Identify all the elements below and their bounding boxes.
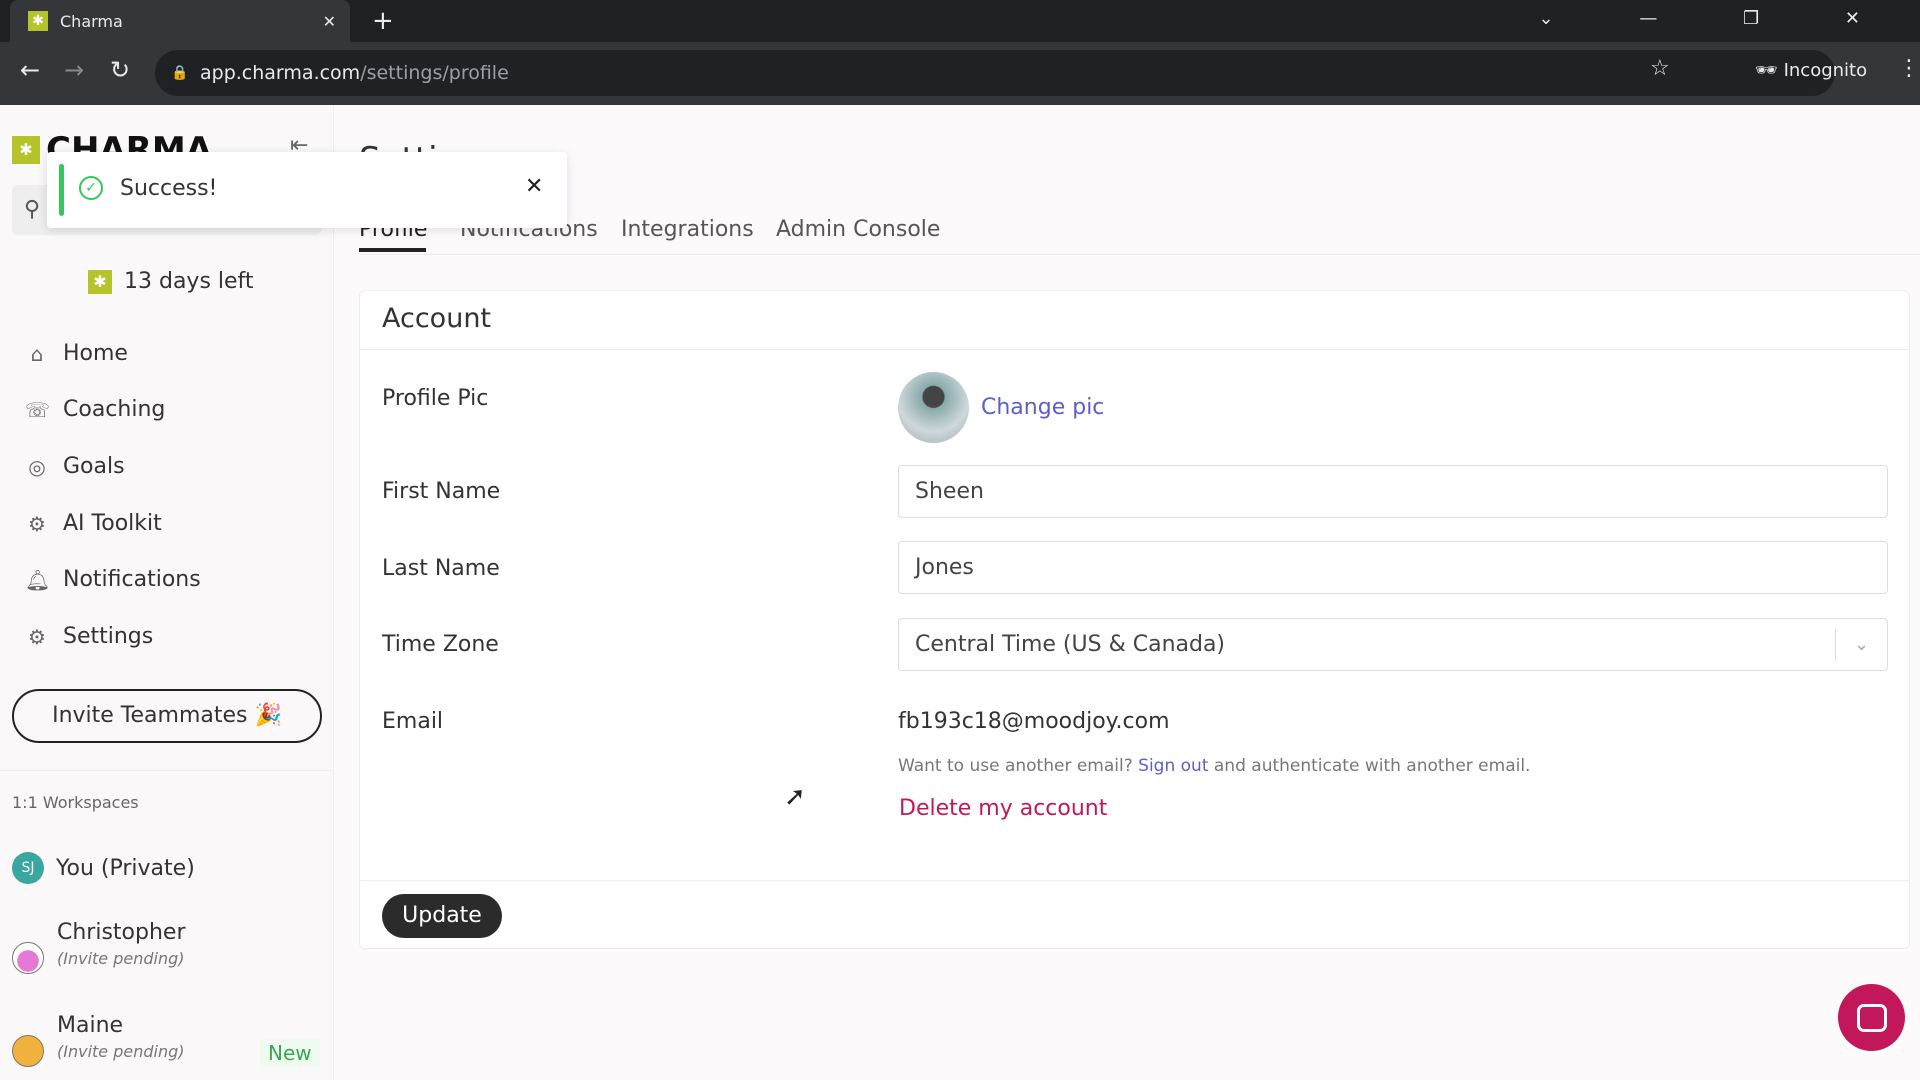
nav-label: Settings (63, 624, 154, 649)
divider (360, 349, 1909, 350)
close-tab-icon[interactable]: ✕ (323, 12, 336, 31)
update-button[interactable]: Update (382, 894, 502, 938)
avatar (12, 1035, 44, 1067)
nav-home[interactable]: ⌂ Home (25, 341, 128, 366)
forward-icon[interactable]: → (64, 56, 84, 84)
menu-icon[interactable]: ⋮ (1898, 56, 1920, 81)
workspace-name: You (Private) (56, 855, 195, 881)
tab-integrations[interactable]: Integrations (621, 217, 754, 242)
card-title: Account (382, 303, 492, 334)
target-icon: ◎ (28, 454, 46, 479)
active-tab-indicator (359, 248, 426, 252)
timezone-label: Time Zone (382, 632, 499, 657)
nav-goals[interactable]: ◎ Goals (25, 454, 125, 479)
update-label: Update (402, 903, 482, 928)
profile-pic-label: Profile Pic (382, 386, 489, 411)
search-icon: ⚲ (24, 197, 41, 222)
avatar (12, 942, 44, 974)
timezone-value: Central Time (US & Canada) (915, 632, 1226, 657)
sidebar: ✱ CHARMA ⇤ ⚲ ✱ 13 days left ⌂ Home ☏ Coach… (0, 105, 334, 1080)
delete-account-link[interactable]: Delete my account (899, 796, 1107, 821)
lock-icon: 🔒 (171, 65, 189, 81)
incognito-badge[interactable]: 🕶 Incognito (1755, 60, 1867, 81)
last-name-label: Last Name (382, 556, 500, 581)
new-badge: New (260, 1039, 320, 1067)
url-path: /settings/profile (360, 62, 509, 84)
help-text: and authenticate with another email. (1213, 756, 1531, 776)
home-icon: ⌂ (30, 341, 44, 366)
avatar: SJ (12, 852, 44, 884)
workspace-you[interactable]: SJ You (Private) (12, 852, 195, 884)
nav-notifications[interactable]: 🔔︎ Notifications (25, 567, 201, 592)
last-name-value: Jones (915, 555, 974, 580)
success-toast: ✓ Success! ✕ (47, 152, 567, 228)
nav-label: AI Toolkit (63, 511, 162, 536)
mouse-cursor-icon: ➚ (784, 782, 806, 812)
first-name-value: Sheen (915, 479, 984, 504)
sign-out-link[interactable]: Sign out (1138, 756, 1208, 776)
chevron-down-icon: ⌄ (1835, 629, 1887, 661)
coaching-icon: ☏ (25, 397, 51, 422)
email-value: fb193c18@moodjoy.com (898, 709, 1170, 734)
profile-avatar[interactable] (898, 372, 969, 443)
workspace-status: (Invite pending) (57, 949, 185, 968)
nav-label: Home (63, 341, 128, 366)
workspace-name: Maine (57, 1013, 124, 1038)
favicon-icon: ✱ (28, 11, 48, 31)
timezone-select[interactable]: Central Time (US & Canada) ⌄ (898, 618, 1888, 671)
url-host: app.charma.com (200, 62, 361, 84)
help-text: Want to use another email? (898, 756, 1133, 776)
toast-accent-bar (59, 164, 64, 216)
email-label: Email (382, 709, 444, 734)
tabs-divider (359, 254, 1920, 255)
chat-icon (1856, 1003, 1887, 1032)
nav-coaching[interactable]: ☏ Coaching (25, 397, 165, 422)
address-bar-row: ← → ↻ 🔒 app.charma.com/settings/profile … (0, 42, 1920, 105)
account-card: Account Profile Pic Change pic First Nam… (359, 290, 1910, 949)
new-tab-icon[interactable]: + (372, 6, 394, 36)
workspace-status: (Invite pending) (57, 1042, 185, 1061)
bell-icon: 🔔︎ (25, 567, 51, 592)
gear-icon: ⚙ (28, 624, 46, 649)
browser-tab-bar: ✱ Charma ✕ + ⌄ — ❐ ✕ (0, 0, 1920, 42)
browser-tab[interactable]: ✱ Charma ✕ (10, 0, 350, 42)
first-name-label: First Name (382, 479, 501, 504)
divider (360, 880, 1909, 881)
workspaces-heading: 1:1 Workspaces (12, 793, 139, 812)
robot-icon: ⚙ (28, 511, 46, 536)
trial-indicator: ✱ 13 days left (88, 269, 254, 294)
nav-settings[interactable]: ⚙ Settings (25, 624, 153, 649)
reload-icon[interactable]: ↻ (110, 56, 130, 84)
back-icon[interactable]: ← (20, 56, 40, 84)
incognito-label: Incognito (1783, 60, 1868, 81)
toast-message: Success! (120, 176, 218, 201)
tab-admin-console[interactable]: Admin Console (776, 217, 940, 242)
bookmark-star-icon[interactable]: ☆ (1650, 56, 1670, 81)
trial-text: 13 days left (124, 269, 254, 294)
email-help: Want to use another email? Sign out and … (898, 756, 1530, 776)
divider (0, 770, 334, 771)
nav-label: Goals (63, 454, 125, 479)
first-name-input[interactable]: Sheen (898, 465, 1888, 518)
nav-label: Notifications (63, 567, 201, 592)
change-pic-link[interactable]: Change pic (981, 395, 1104, 420)
nav-ai-toolkit[interactable]: ⚙ AI Toolkit (25, 511, 162, 536)
close-toast-icon[interactable]: ✕ (525, 174, 543, 199)
invite-teammates-button[interactable]: Invite Teammates 🎉 (12, 689, 322, 743)
nav-label: Coaching (63, 397, 166, 422)
url-input[interactable]: 🔒 app.charma.com/settings/profile (155, 50, 1835, 96)
invite-label: Invite Teammates 🎉 (52, 703, 282, 728)
check-circle-icon: ✓ (79, 176, 103, 200)
logo-icon: ✱ (12, 136, 40, 164)
workspace-name: Christopher (57, 920, 186, 945)
last-name-input[interactable]: Jones (898, 541, 1888, 594)
charma-star-icon: ✱ (88, 269, 112, 294)
tab-title: Charma (60, 11, 123, 31)
window-controls[interactable]: ⌄ — ❐ ✕ (1539, 8, 1900, 29)
chat-widget-button[interactable] (1838, 984, 1905, 1051)
